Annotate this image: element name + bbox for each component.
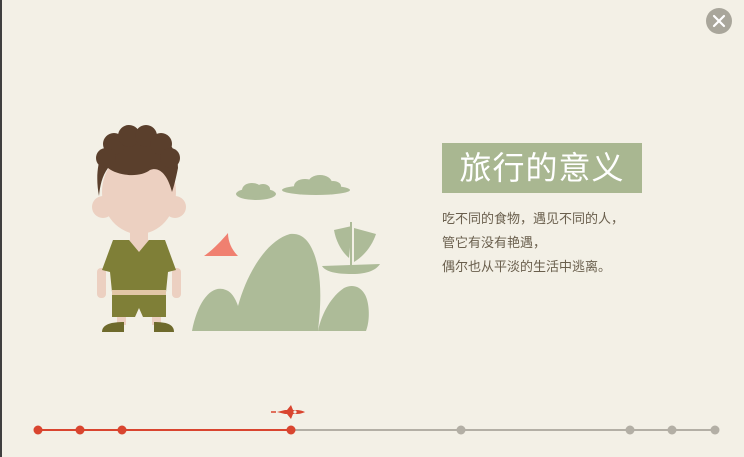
timeline-point[interactable] — [625, 425, 635, 435]
description-line: 吃不同的食物，遇见不同的人， — [442, 212, 625, 227]
timeline-point[interactable] — [75, 425, 85, 435]
timeline-point[interactable] — [667, 425, 677, 435]
timeline-point[interactable] — [710, 425, 720, 435]
close-button[interactable] — [706, 8, 732, 34]
cloud-large — [282, 175, 350, 195]
timeline — [33, 405, 720, 435]
moon-icon — [204, 233, 238, 256]
description-line: 偶尔也从平淡的生活中逃离。 — [442, 260, 612, 275]
description-line: 管它有没有艳遇， — [442, 236, 547, 251]
cloud-small — [236, 183, 276, 200]
boy-character — [92, 125, 186, 332]
hill-left — [192, 233, 321, 331]
timeline-point[interactable] — [117, 425, 127, 435]
timeline-point[interactable] — [33, 425, 43, 435]
sailboat-icon — [322, 222, 380, 274]
timeline-point[interactable] — [286, 425, 296, 435]
slide-description: 吃不同的食物，遇见不同的人， 管它有没有艳遇， 偶尔也从平淡的生活中逃离。 — [442, 208, 702, 280]
rocket-icon — [271, 405, 305, 419]
close-icon — [712, 14, 726, 28]
slide-title: 旅行的意义 — [442, 143, 642, 193]
hill-right — [318, 285, 369, 331]
timeline-point[interactable] — [456, 425, 466, 435]
